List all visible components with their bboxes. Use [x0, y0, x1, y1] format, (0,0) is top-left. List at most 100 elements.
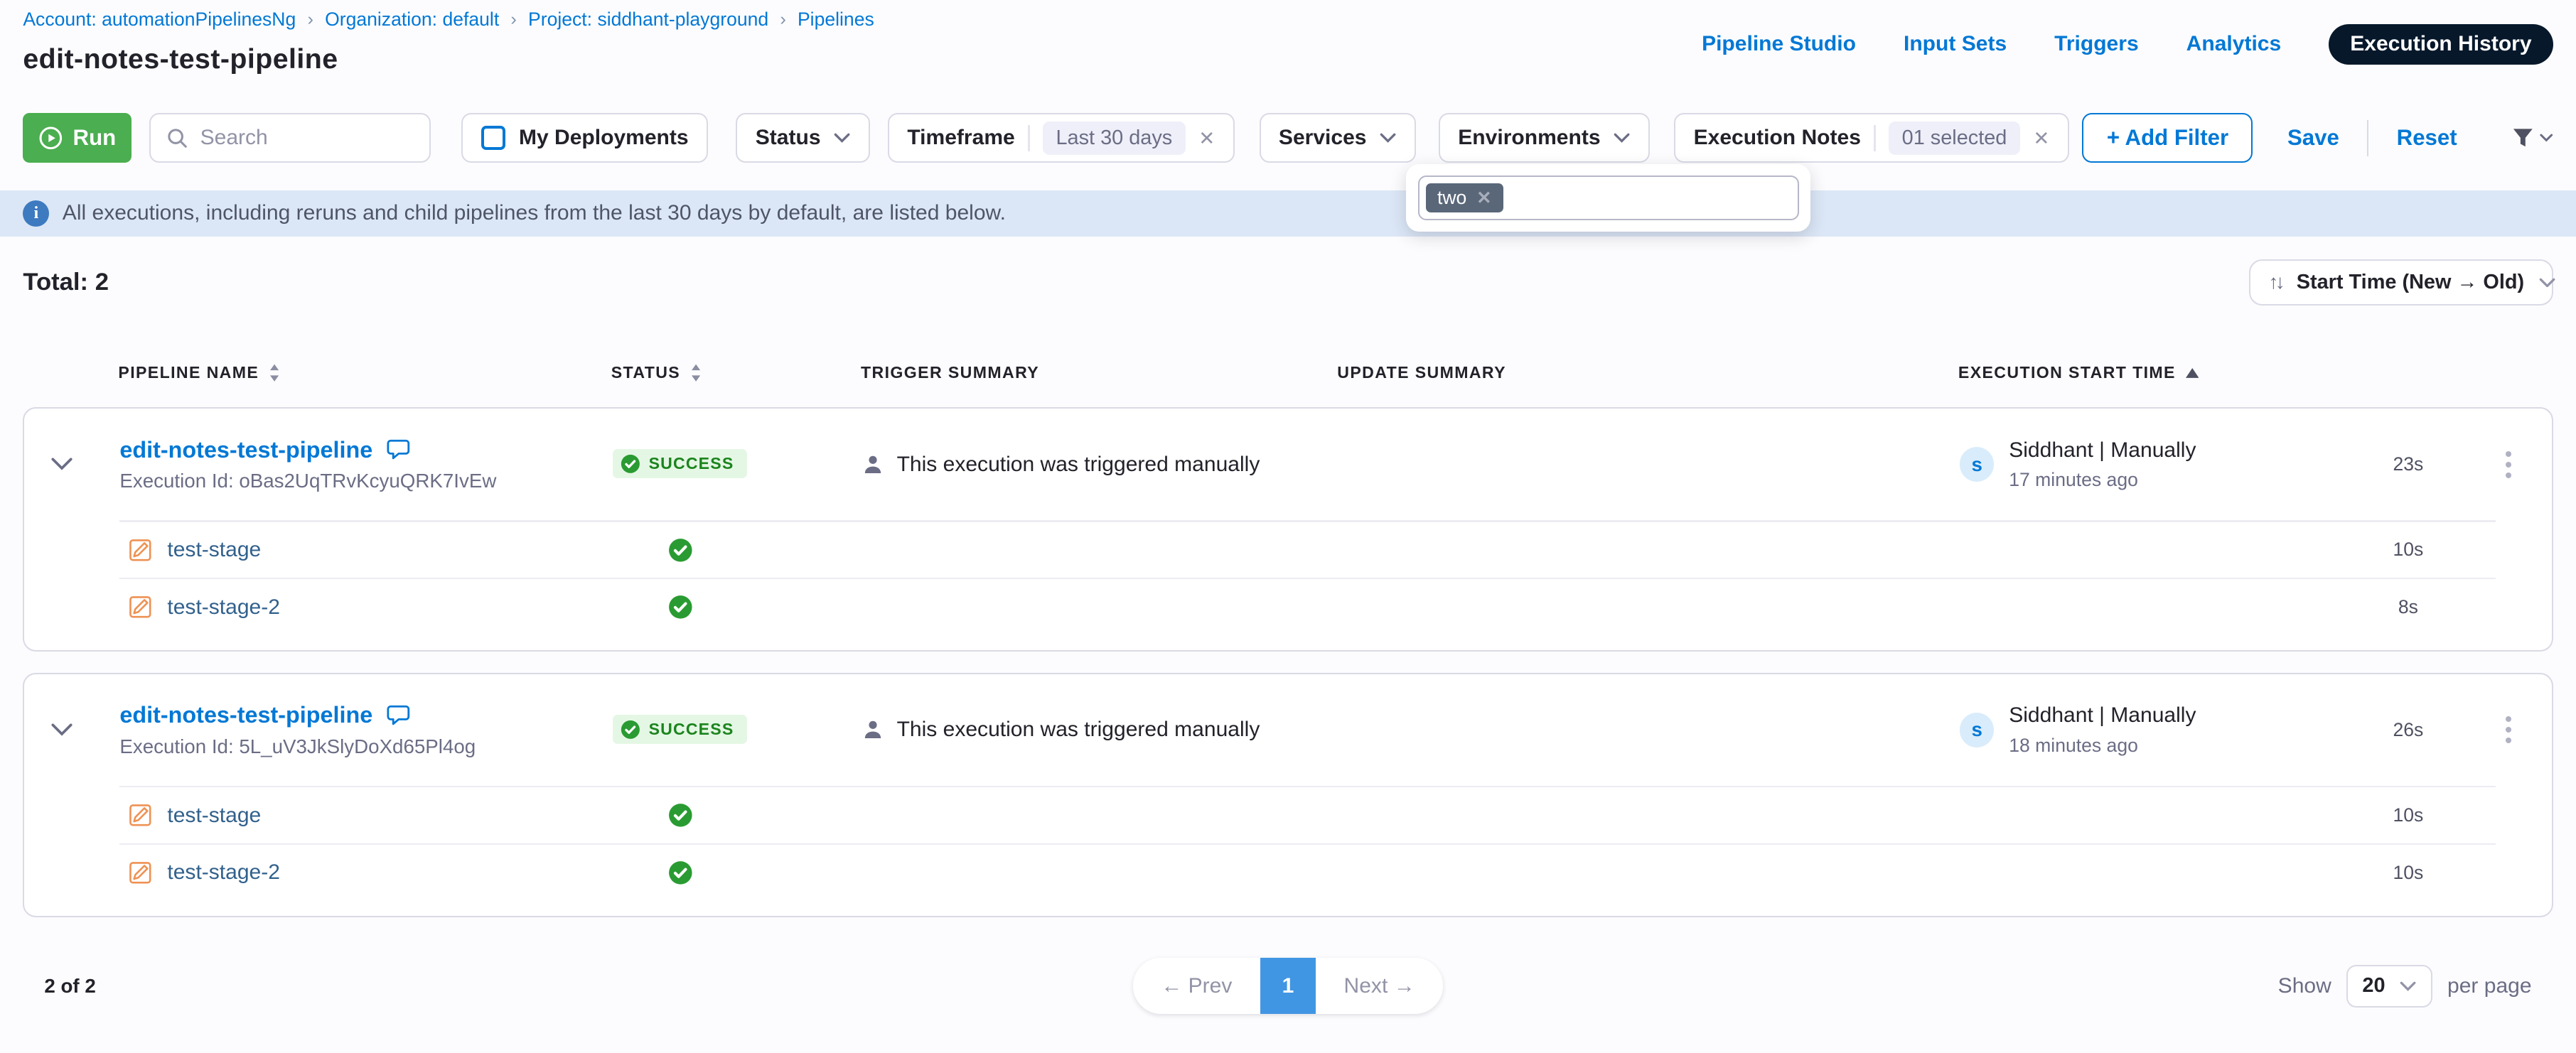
filter-selector-button[interactable] [2511, 126, 2553, 151]
column-header-label: STATUS [611, 363, 680, 382]
breadcrumb-account[interactable]: Account: automationPipelinesNg [23, 9, 296, 31]
services-filter-label: Services [1279, 126, 1367, 150]
status-filter-label: Status [756, 126, 821, 150]
sort-asc-icon [2186, 368, 2199, 378]
remove-tag-icon[interactable]: ✕ [1476, 187, 1491, 209]
environments-filter-label: Environments [1458, 126, 1600, 150]
execution-start-cell: s Siddhant | Manually 18 minutes ago [1940, 703, 2351, 756]
comment-icon[interactable] [386, 438, 411, 461]
column-header-execution-start-time[interactable]: EXECUTION START TIME [1938, 363, 2349, 382]
tab-triggers[interactable]: Triggers [2054, 32, 2139, 56]
sort-dropdown[interactable]: ↑↓ Start Time (New → Old) [2249, 259, 2553, 306]
timeframe-value-chip: Last 30 days [1043, 122, 1186, 155]
stage-name-link[interactable]: test-stage-2 [167, 860, 280, 885]
execution-row[interactable]: edit-notes-test-pipeline Execution Id: 5… [24, 674, 2551, 786]
add-filter-button[interactable]: + Add Filter [2082, 113, 2253, 162]
column-header-pipeline-name[interactable]: PIPELINE NAME [99, 363, 591, 382]
execution-duration: 23s [2351, 453, 2466, 475]
kebab-menu-icon[interactable] [2486, 707, 2532, 753]
breadcrumb-pipelines[interactable]: Pipelines [798, 9, 874, 31]
pagination-bar: 2 of 2 ← Prev 1 Next → Show 20 per page [23, 958, 2553, 1014]
tab-pipeline-studio[interactable]: Pipeline Studio [1702, 32, 1856, 56]
tab-execution-history-active[interactable]: Execution History [2329, 24, 2553, 65]
chevron-down-icon [1614, 133, 1630, 143]
breadcrumb: Account: automationPipelinesNg › Organiz… [23, 9, 874, 31]
timeframe-filter[interactable]: Timeframe Last 30 days ✕ [888, 113, 1235, 162]
next-page-button[interactable]: Next → [1316, 958, 1443, 1014]
search-input[interactable] [200, 126, 414, 150]
header-left: Account: automationPipelinesNg › Organiz… [23, 9, 874, 107]
status-label: SUCCESS [649, 720, 734, 739]
divider [1874, 125, 1875, 151]
execution-notes-tag-input[interactable]: two ✕ [1418, 176, 1799, 220]
close-icon[interactable]: ✕ [2033, 126, 2049, 150]
environments-filter-dropdown[interactable]: Environments [1439, 113, 1650, 162]
column-header-label: PIPELINE NAME [118, 363, 259, 382]
info-banner: i All executions, including reruns and c… [0, 190, 2576, 237]
run-button[interactable]: Run [23, 113, 132, 162]
page-size-select[interactable]: 20 [2346, 965, 2433, 1008]
executions-list: Total: 2 ↑↓ Start Time (New → Old) PIPEL… [0, 259, 2576, 1014]
stage-name-link[interactable]: test-stage [167, 804, 261, 828]
pipeline-name-cell: edit-notes-test-pipeline Execution Id: 5… [100, 702, 593, 757]
save-filter-button[interactable]: Save [2287, 125, 2339, 151]
execution-notes-filter[interactable]: Execution Notes 01 selected ✕ [1674, 113, 2069, 162]
stage-row[interactable]: test-stage 10s [24, 787, 2551, 843]
trigger-summary-text: This execution was triggered manually [897, 718, 1260, 742]
stage-name-cell: test-stage-2 [100, 595, 593, 620]
stage-row[interactable]: test-stage-2 8s [24, 579, 2551, 635]
stage-name-cell: test-stage-2 [100, 860, 593, 885]
expand-chevron-icon[interactable] [24, 723, 100, 736]
person-icon [862, 719, 884, 740]
comment-icon[interactable] [386, 704, 411, 727]
status-badge: SUCCESS [613, 449, 747, 479]
my-deployments-checkbox[interactable] [481, 126, 506, 151]
stage-name-link[interactable]: test-stage [167, 538, 261, 562]
stage-name-link[interactable]: test-stage-2 [167, 595, 280, 620]
kebab-menu-icon[interactable] [2486, 441, 2532, 487]
breadcrumb-project[interactable]: Project: siddhant-playground [528, 9, 768, 31]
reset-filter-button[interactable]: Reset [2397, 125, 2457, 151]
execution-card: edit-notes-test-pipeline Execution Id: o… [23, 407, 2553, 652]
tab-analytics[interactable]: Analytics [2186, 32, 2282, 56]
pencil-stage-icon [128, 860, 153, 885]
stage-row[interactable]: test-stage-2 10s [24, 845, 2551, 901]
page-1-button[interactable]: 1 [1260, 958, 1316, 1014]
check-circle-icon [621, 720, 640, 740]
execution-notes-label: Execution Notes [1694, 126, 1861, 150]
expand-chevron-icon[interactable] [24, 458, 100, 470]
column-header-label: TRIGGER SUMMARY [861, 363, 1039, 382]
chevron-down-icon [2400, 981, 2416, 991]
chevron-down-icon [2540, 134, 2553, 142]
trigger-summary-cell: This execution was triggered manually [842, 453, 1319, 477]
chevron-down-icon [834, 133, 850, 143]
stage-duration: 10s [2351, 862, 2466, 884]
stage-name-cell: test-stage [100, 803, 593, 828]
my-deployments-filter[interactable]: My Deployments [461, 113, 708, 162]
close-icon[interactable]: ✕ [1198, 126, 1215, 150]
stage-row[interactable]: test-stage 10s [24, 522, 2551, 578]
chevron-down-icon [1380, 133, 1396, 143]
chevron-down-icon [2539, 278, 2555, 288]
tab-input-sets[interactable]: Input Sets [1904, 32, 2007, 56]
column-header-status[interactable]: STATUS [591, 363, 841, 382]
divider [2367, 120, 2368, 156]
page-title: edit-notes-test-pipeline [23, 43, 874, 75]
pipeline-name-link[interactable]: edit-notes-test-pipeline [119, 437, 372, 463]
execution-row[interactable]: edit-notes-test-pipeline Execution Id: o… [24, 409, 2551, 520]
sort-arrows-icon [690, 364, 702, 382]
pipeline-name-link[interactable]: edit-notes-test-pipeline [119, 702, 372, 728]
prev-page-button[interactable]: ← Prev [1133, 958, 1260, 1014]
status-filter-dropdown[interactable]: Status [736, 113, 869, 162]
page-size-value: 20 [2362, 974, 2385, 998]
timeframe-label: Timeframe [907, 126, 1014, 150]
sort-dropdown-value: Start Time (New → Old) [2297, 271, 2524, 294]
execution-notes-popup: two ✕ [1406, 164, 1810, 232]
services-filter-dropdown[interactable]: Services [1260, 113, 1416, 162]
chevron-right-icon: › [510, 9, 516, 30]
time-ago: 17 minutes ago [2009, 469, 2196, 491]
breadcrumb-organization[interactable]: Organization: default [325, 9, 499, 31]
check-circle-icon [668, 595, 842, 620]
stage-duration: 8s [2351, 596, 2466, 618]
note-tag-label: two [1437, 187, 1466, 209]
